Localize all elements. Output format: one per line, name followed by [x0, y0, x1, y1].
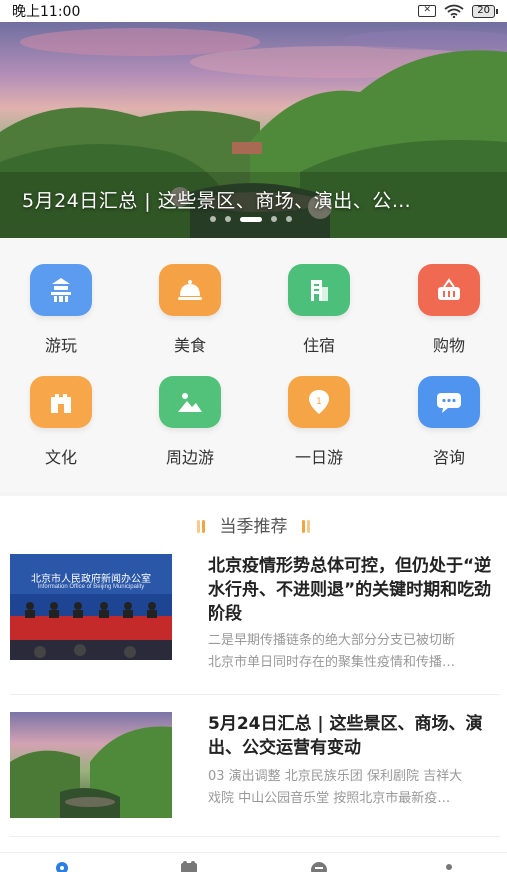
- article-thumbnail: 北京市人民政府新闻办公室 Information Office of Beiji…: [10, 554, 172, 660]
- article-summary: 二是早期传播链条的绝大部分分支已被切断: [208, 633, 456, 648]
- status-time: 晚上11:00: [12, 4, 81, 20]
- carousel-dot: [286, 216, 292, 222]
- banner-carousel[interactable]: 5月24日汇总 | 这些景区、商场、演出、公…: [0, 22, 507, 238]
- article-thumbnail: [10, 712, 172, 818]
- category-item-daytrip[interactable]: 1 一日游: [264, 376, 374, 476]
- category-label: 住宿: [302, 336, 335, 355]
- category-item-consult[interactable]: 咨询: [394, 376, 504, 476]
- article-summary: 03 演出调整 北京民族乐团 保利剧院 吉祥大: [208, 769, 463, 784]
- shopping-basket-icon: [418, 264, 480, 316]
- section-title-text: 当季推荐: [219, 517, 288, 537]
- carousel-indicator: [210, 216, 292, 222]
- carousel-dot-active: [240, 216, 262, 222]
- map-icon[interactable]: [178, 859, 200, 872]
- title-decor: [301, 520, 305, 533]
- section-title: 当季推荐: [0, 512, 507, 537]
- category-item-nearby[interactable]: 周边游: [135, 376, 245, 476]
- category-label: 文化: [44, 448, 77, 467]
- category-label: 游玩: [44, 336, 77, 355]
- wifi-icon: [444, 4, 464, 18]
- no-sim-icon: ✕: [418, 5, 437, 17]
- chat-bubble-icon: [418, 376, 480, 428]
- landscape-icon: [159, 376, 221, 428]
- title-decor: [306, 520, 310, 533]
- temple-icon: [30, 264, 92, 316]
- battery-indicator: 20: [472, 4, 498, 18]
- carousel-dot: [210, 216, 216, 222]
- category-item-play[interactable]: 游玩: [6, 264, 116, 364]
- article-card[interactable]: 北京市人民政府新闻办公室 Information Office of Beiji…: [10, 554, 500, 670]
- title-decor: [197, 520, 201, 533]
- svg-text:1: 1: [316, 397, 322, 407]
- banner-caption[interactable]: 5月24日汇总 | 这些景区、商场、演出、公…: [22, 186, 411, 213]
- bottom-tab-bar: [0, 852, 507, 872]
- title-decor: [202, 520, 206, 533]
- article-summary: 北京市单日同时存在的聚集性疫情和传播…: [208, 655, 456, 670]
- location-pin-icon: 1: [288, 376, 350, 428]
- food-cloche-icon: [159, 264, 221, 316]
- recommendation-feed: 当季推荐 北京市人民政府新闻办公室 Information Office of …: [0, 496, 507, 852]
- carousel-dot: [271, 216, 277, 222]
- category-item-culture[interactable]: 文化: [6, 376, 116, 476]
- building-icon: [288, 264, 350, 316]
- article-title: 5月24日汇总 | 这些景区、商场、演出、公交运营有变动: [208, 714, 483, 758]
- article-summary: 戏院 中山公园音乐堂 按照北京市最新疫…: [208, 791, 451, 806]
- ticket-icon[interactable]: [308, 859, 330, 872]
- category-label: 一日游: [294, 448, 343, 467]
- article-card[interactable]: 5月24日汇总 | 这些景区、商场、演出、公交运营有变动 03 演出调整 北京民…: [10, 712, 500, 822]
- category-item-food[interactable]: 美食: [135, 264, 245, 364]
- castle-icon: [30, 376, 92, 428]
- status-bar: 晚上11:00 ✕ 20: [0, 0, 507, 22]
- category-label: 购物: [432, 336, 465, 355]
- carousel-dot: [225, 216, 231, 222]
- category-item-lodging[interactable]: 住宿: [264, 264, 374, 364]
- category-label: 周边游: [165, 448, 214, 467]
- divider: [10, 694, 500, 695]
- thumbnail-banner-cn: 北京市人民政府新闻办公室: [31, 574, 151, 585]
- user-icon[interactable]: [438, 859, 460, 872]
- category-label: 美食: [173, 336, 206, 355]
- divider: [10, 836, 500, 837]
- thumbnail-banner-en: Information Office of Beijing Municipali…: [37, 584, 145, 590]
- location-icon[interactable]: [51, 859, 73, 872]
- category-grid: 游玩 美食 住宿 购物 文化 周边游 1 一日游 咨询: [0, 238, 507, 492]
- category-label: 咨询: [432, 448, 465, 467]
- article-title: 北京疫情形势总体可控，但仍处于“逆水行舟、不进则退”的关键时期和吃劲阶段: [208, 556, 492, 624]
- category-item-shopping[interactable]: 购物: [394, 264, 504, 364]
